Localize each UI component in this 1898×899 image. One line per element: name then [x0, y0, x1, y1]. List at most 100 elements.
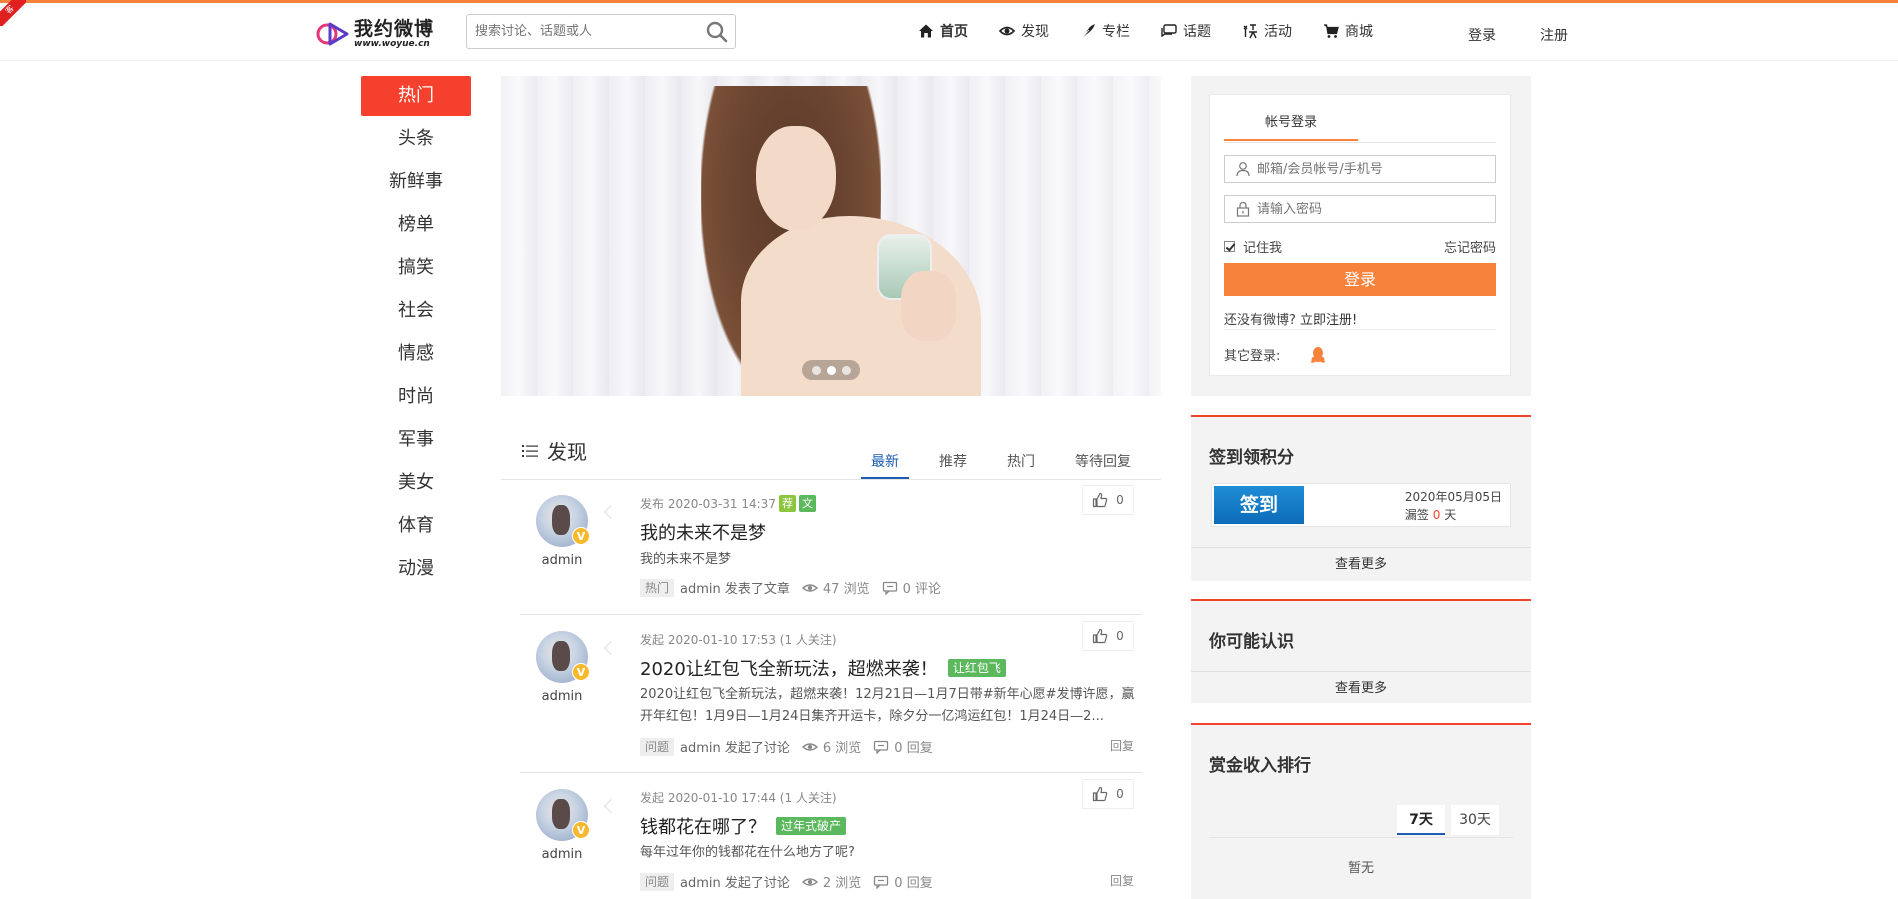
tab-7-days[interactable]: 7天: [1397, 805, 1445, 835]
post-comments: 0 评论: [902, 582, 941, 597]
reply-link[interactable]: 回复: [1110, 737, 1134, 754]
signin-panel: 签到领积分 签到 2020年05月05日 漏签 0 天 查看更多: [1191, 415, 1531, 581]
recommend-badge: 荐: [778, 495, 796, 512]
reply-link[interactable]: 回复: [1110, 872, 1134, 889]
logo[interactable]: 我约微博 www.woyue.cn: [316, 17, 434, 51]
topic-tag[interactable]: 过年式破产: [776, 817, 847, 835]
password-input[interactable]: [1257, 201, 1477, 217]
category-item-funny[interactable]: 搞笑: [361, 248, 471, 291]
post-title: 2020让红包飞全新玩法，超燃来袭！ 让红包飞: [640, 655, 1006, 681]
like-count: 0: [1116, 629, 1124, 643]
thumbs-up-icon: [1093, 786, 1108, 802]
nav-item-shop[interactable]: 商城: [1323, 21, 1373, 41]
tab-hot[interactable]: 热门: [997, 452, 1045, 479]
post-action: admin 发起了讨论: [680, 741, 790, 756]
register-now-link[interactable]: 立即注册!: [1300, 313, 1357, 328]
signin-date: 2020年05月05日: [1404, 490, 1502, 504]
post-author[interactable]: admin: [528, 689, 596, 704]
home-icon: [919, 24, 933, 38]
category-item-sports[interactable]: 体育: [361, 506, 471, 549]
nav-item-home[interactable]: 首页: [918, 21, 968, 41]
post-title: 钱都花在哪了？ 过年式破产: [640, 813, 847, 839]
post-meta: 发起 2020-01-10 17:53 (1 人关注): [640, 633, 837, 647]
nav-item-activity[interactable]: 活动: [1242, 21, 1292, 41]
like-button[interactable]: 0: [1082, 485, 1134, 515]
login-link[interactable]: 登录: [1468, 25, 1496, 45]
post-item: V admin 发布 2020-03-31 14:37 荐 文 我的未来不是梦 …: [520, 481, 1142, 615]
like-button[interactable]: 0: [1082, 621, 1134, 651]
signin-button[interactable]: 签到: [1214, 486, 1304, 524]
people-more-link[interactable]: 查看更多: [1191, 671, 1531, 705]
logo-url: www.woyue.cn: [354, 39, 430, 49]
search-input[interactable]: [467, 15, 697, 48]
category-item-ranking[interactable]: 榜单: [361, 205, 471, 248]
tab-latest[interactable]: 最新: [861, 452, 909, 479]
category-item-beauty[interactable]: 美女: [361, 463, 471, 506]
category-item-fresh[interactable]: 新鲜事: [361, 162, 471, 205]
feather-icon: [1081, 24, 1095, 39]
username-field: [1224, 155, 1496, 183]
register-link[interactable]: 注册: [1540, 25, 1568, 45]
tab-30-days[interactable]: 30天: [1451, 805, 1499, 835]
eye-icon: [801, 742, 818, 751]
forgot-password-link[interactable]: 忘记密码: [1444, 237, 1496, 256]
thumbs-up-icon: [1093, 628, 1108, 644]
like-button[interactable]: 0: [1082, 779, 1134, 809]
post-footer: 问题 admin 发起了讨论 6 浏览 0 回复: [640, 737, 933, 756]
signin-more-link[interactable]: 查看更多: [1191, 547, 1531, 581]
remember-me[interactable]: 记住我: [1224, 237, 1282, 256]
category-item-military[interactable]: 军事: [361, 420, 471, 463]
category-item-headline[interactable]: 头条: [361, 119, 471, 162]
carousel-dot[interactable]: [841, 365, 851, 375]
signin-info: 2020年05月05日 漏签 0 天: [1404, 490, 1502, 522]
discover-tabs: 最新 推荐 热门 等待回复: [841, 452, 1141, 479]
eye-icon: [801, 877, 818, 886]
post-excerpt: 我的未来不是梦: [640, 552, 732, 567]
login-card: 帐号登录 记住我 忘记密码 登录 还没有微博? 立即注册! 其它登录:: [1209, 94, 1511, 376]
post-action: admin 发表了文章: [680, 582, 790, 597]
category-list: 热门 头条 新鲜事 榜单 搞笑 社会 情感 时尚 军事 美女 体育 动漫: [361, 76, 471, 592]
login-button[interactable]: 登录: [1224, 263, 1496, 296]
bubble-arrow: [603, 640, 619, 656]
category-item-anime[interactable]: 动漫: [361, 549, 471, 592]
cart-icon: [1324, 24, 1339, 38]
remember-checkbox[interactable]: [1224, 241, 1235, 252]
post-author[interactable]: admin: [528, 553, 596, 568]
nav-item-discover[interactable]: 发现: [999, 21, 1049, 41]
post-author[interactable]: admin: [528, 847, 596, 862]
ranking-empty-text: 暂无: [1347, 861, 1374, 876]
qq-icon[interactable]: [1310, 346, 1326, 364]
eye-icon: [801, 583, 818, 592]
list-icon: [522, 444, 538, 457]
post-title[interactable]: 我的未来不是梦: [640, 519, 766, 545]
topic-tag[interactable]: 让红包飞: [947, 659, 1006, 677]
logo-text: 我约微博: [354, 18, 435, 40]
post-chip[interactable]: 热门: [640, 578, 675, 597]
username-input[interactable]: [1257, 161, 1477, 177]
comment-icon: [874, 740, 889, 754]
article-badge: 文: [798, 495, 816, 512]
nav-item-column[interactable]: 专栏: [1080, 21, 1130, 41]
post-footer: 问题 admin 发起了讨论 2 浏览 0 回复: [640, 872, 933, 891]
category-item-emotion[interactable]: 情感: [361, 334, 471, 377]
category-item-society[interactable]: 社会: [361, 291, 471, 334]
nav-item-topic[interactable]: 话题: [1161, 21, 1211, 41]
category-item-fashion[interactable]: 时尚: [361, 377, 471, 420]
discover-header: 发现 最新 推荐 热门 等待回复: [501, 430, 1161, 480]
post-chip[interactable]: 问题: [640, 737, 675, 756]
post-item: V admin 发起 2020-01-10 17:53 (1 人关注) 2020…: [520, 617, 1142, 773]
post-chip[interactable]: 问题: [640, 872, 675, 891]
banner-carousel[interactable]: [501, 76, 1161, 396]
search-icon[interactable]: [705, 20, 729, 44]
carousel-dot[interactable]: [826, 365, 836, 375]
carousel-dot[interactable]: [811, 365, 821, 375]
post-action: admin 发起了讨论: [680, 876, 790, 891]
discover-title: 发现: [521, 436, 587, 465]
category-item-hot[interactable]: 热门: [361, 76, 471, 116]
people-panel: 你可能认识 查看更多: [1191, 599, 1531, 703]
tab-account-login[interactable]: 帐号登录: [1224, 105, 1358, 141]
verified-icon: V: [572, 527, 590, 545]
verified-icon: V: [572, 663, 590, 681]
tab-waiting-reply[interactable]: 等待回复: [1065, 452, 1141, 479]
tab-recommend[interactable]: 推荐: [929, 452, 977, 479]
